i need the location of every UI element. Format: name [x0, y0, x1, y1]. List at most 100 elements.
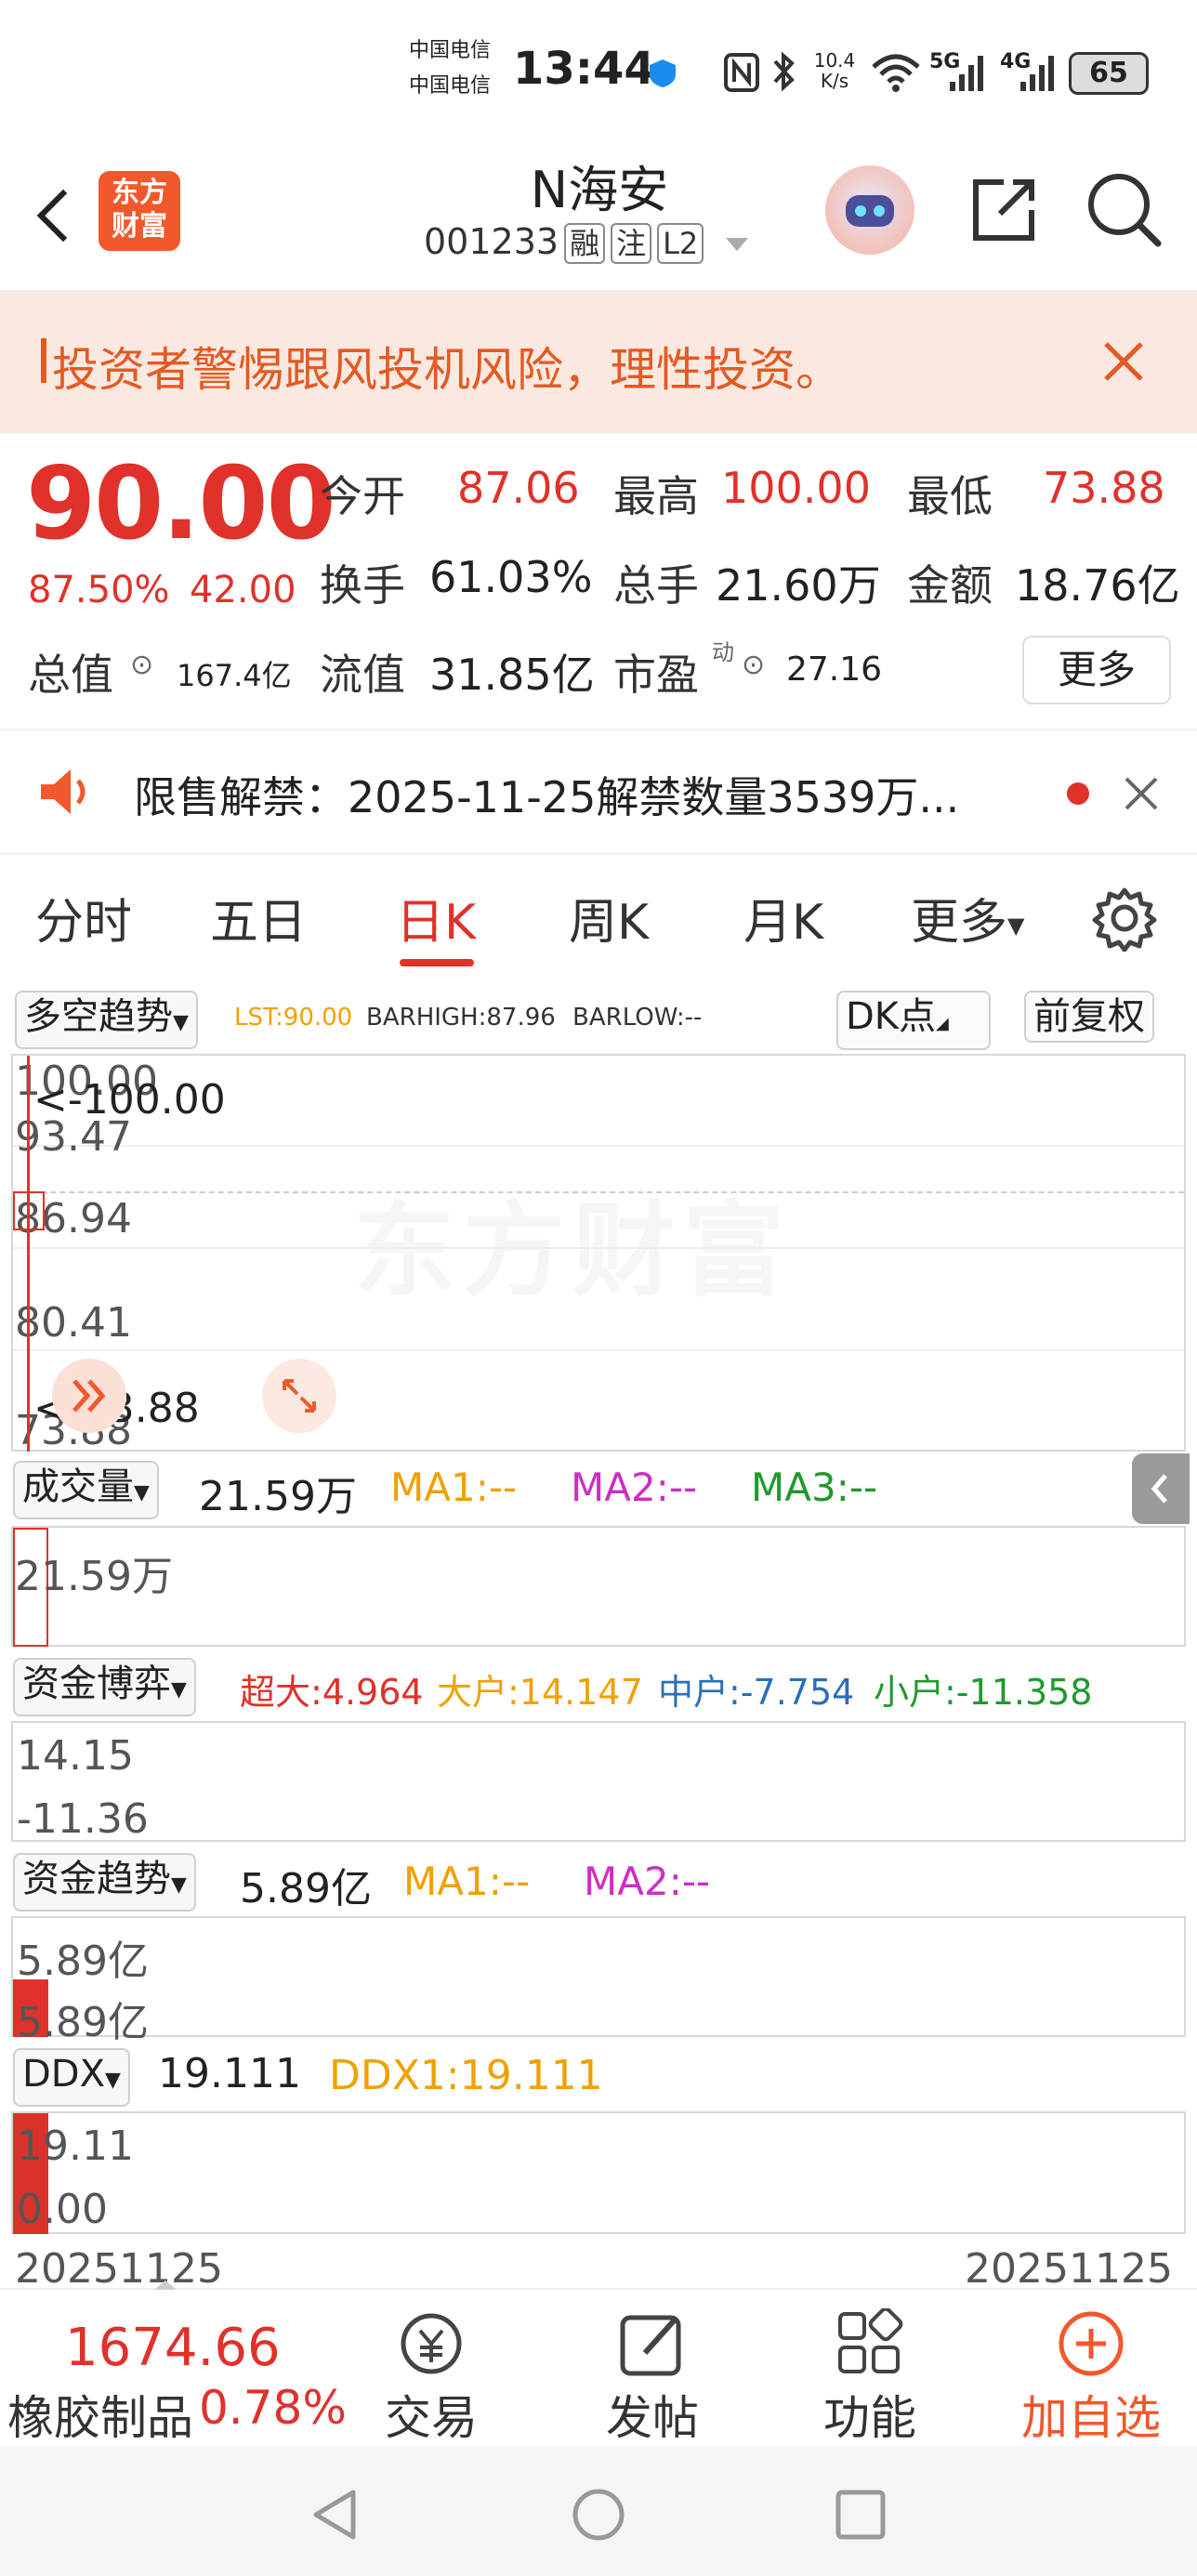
float-value: 31.85亿: [429, 650, 595, 700]
ddx-selector[interactable]: DDX▼: [13, 2048, 130, 2107]
high-value: 100.00: [721, 463, 871, 513]
nav-recents-icon[interactable]: [835, 2489, 887, 2541]
volume-value: 21.59万: [199, 1473, 357, 1520]
pe-value: 27.16: [786, 651, 883, 689]
date-right: 20251125: [965, 2245, 1173, 2293]
risk-warning-banner[interactable]: 投资者警惕跟风投机风险，理性投资。: [0, 290, 1197, 433]
logo-line-1: 东方: [112, 177, 167, 209]
volume-chart[interactable]: 21.59万: [11, 1526, 1186, 1647]
main-indicator-bar: 多空趋势▼ LST:90.00 BARHIGH:87.96 BARLOW:-- …: [0, 983, 1197, 1054]
expand-left-button[interactable]: [52, 1359, 126, 1433]
pe-label: 市盈: [613, 650, 699, 700]
fund-game-y-bottom: -11.36: [17, 1795, 149, 1843]
tab-intraday[interactable]: 分时: [35, 883, 132, 953]
volume-y-label: 21.59万: [15, 1553, 173, 1600]
bluetooth-icon: [773, 51, 795, 92]
open-value: 87.06: [457, 463, 580, 513]
change-amount: 42.00: [190, 569, 296, 611]
notice-text: 限售解禁：2025-11-25解禁数量3539万...: [134, 772, 960, 822]
turnover-label: 换手: [320, 560, 405, 611]
app-logo: 东方 财富: [99, 171, 180, 251]
back-icon[interactable]: [36, 189, 90, 243]
net-speed-value: 10.4: [813, 49, 856, 72]
features-grid-icon[interactable]: [835, 2308, 905, 2379]
ddx-indicator-bar: DDX▼ 19.111 DDX1:19.111: [0, 2041, 1197, 2111]
fund-game-chart[interactable]: 14.15 -11.36: [11, 1721, 1186, 1843]
carrier-1: 中国电信: [409, 39, 492, 62]
turnover-value: 61.03%: [429, 552, 593, 602]
info-icon[interactable]: ⊙: [130, 649, 153, 681]
sector-name[interactable]: 橡胶制品: [7, 2381, 193, 2448]
volume-selector[interactable]: 成交量▼: [13, 1461, 159, 1519]
open-label: 今开: [320, 471, 405, 521]
fund-trend-chart[interactable]: 5.89亿 5.89亿: [11, 1916, 1186, 2046]
volume-ma3: MA3:--: [751, 1465, 878, 1510]
tag-watch: 注: [611, 223, 652, 264]
date-left: 20251125: [15, 2245, 223, 2293]
more-button[interactable]: 更多: [1022, 636, 1171, 704]
nav-back-icon[interactable]: [310, 2487, 361, 2543]
fund-big: 大户:14.147: [437, 1672, 643, 1713]
fullscreen-button[interactable]: [262, 1359, 336, 1433]
sector-index-value[interactable]: 1674.66: [65, 2318, 281, 2378]
high-marker: <-100.00: [33, 1076, 226, 1124]
add-watch-icon[interactable]: [1054, 2307, 1128, 2381]
tab-daily-k[interactable]: 日K: [396, 883, 476, 953]
tab-monthly-k[interactable]: 月K: [743, 883, 823, 953]
trade-label[interactable]: 交易: [375, 2381, 487, 2448]
tab-five-day[interactable]: 五日: [210, 883, 307, 953]
features-label[interactable]: 功能: [814, 2381, 926, 2448]
double-chevron-right-icon: [72, 1379, 106, 1413]
battery-indicator: 65: [1069, 52, 1149, 95]
speaker-icon: [41, 769, 86, 814]
status-bar: 中国电信 中国电信 13:44 10.4 K/s 5G 4G 65: [0, 0, 1197, 139]
pe-info-icon[interactable]: ⊙: [742, 649, 765, 681]
fund-trend-y-top: 5.89亿: [17, 1938, 149, 1985]
kline-chart[interactable]: 东方财富 100.00 93.47 86.94 80.41 73.88 <-10…: [11, 1054, 1186, 1454]
adjust-selector[interactable]: 前复权: [1024, 991, 1154, 1043]
sector-change: 0.78%: [199, 2381, 347, 2435]
mktcap-value: 167.4亿: [177, 658, 292, 693]
nav-home-icon[interactable]: [571, 2487, 626, 2543]
active-tab-indicator: [400, 959, 474, 966]
system-nav-bar: [0, 2446, 1197, 2576]
volume-indicator-bar: 成交量▼ 21.59万 MA1:-- MA2:-- MA3:--: [0, 1452, 1197, 1526]
post-label[interactable]: 发帖: [597, 2381, 708, 2448]
amount-value: 18.76亿: [1015, 560, 1180, 611]
search-icon[interactable]: [1085, 171, 1164, 249]
share-icon[interactable]: [967, 173, 1041, 247]
dk-point-toggle[interactable]: DK点◢: [836, 991, 991, 1050]
post-icon[interactable]: [617, 2308, 688, 2379]
fund-game-selector[interactable]: 资金博弈▼: [13, 1658, 196, 1716]
price-line: [13, 1191, 1184, 1193]
barlow-value: BARLOW:--: [572, 1004, 703, 1032]
side-panel-toggle[interactable]: [1132, 1453, 1190, 1524]
fund-trend-value: 5.89亿: [240, 1865, 372, 1912]
ai-assistant-icon[interactable]: [825, 165, 914, 255]
candle-wick: [27, 1056, 30, 1452]
candle-body: [13, 1191, 45, 1230]
trade-icon[interactable]: [394, 2308, 468, 2379]
unlock-notice[interactable]: 限售解禁：2025-11-25解禁数量3539万...: [0, 730, 1197, 853]
notice-close-icon[interactable]: [1123, 775, 1160, 812]
shield-icon: [650, 59, 676, 87]
gridline: [13, 1145, 1184, 1147]
carrier-2: 中国电信: [409, 74, 492, 98]
caret-down-icon: ▼: [171, 1873, 187, 1897]
tab-weekly-k[interactable]: 周K: [569, 883, 649, 953]
stock-code-line[interactable]: 001233 融注 L2: [424, 221, 749, 264]
ddx-value: 19.111: [158, 2050, 301, 2097]
float-label: 流值: [320, 650, 405, 700]
fund-trend-selector[interactable]: 资金趋势▼: [13, 1853, 196, 1912]
fullscreen-icon: [283, 1379, 316, 1413]
chevron-left-icon: [1151, 1474, 1167, 1504]
signal-icon-2: [1020, 56, 1054, 91]
tab-more[interactable]: 更多▼: [911, 883, 1024, 953]
ddx-chart[interactable]: 19.11 0.00: [11, 2111, 1186, 2234]
add-watch-label[interactable]: 加自选: [1009, 2381, 1173, 2448]
caret-down-icon: ▼: [171, 1678, 187, 1702]
close-icon[interactable]: [1102, 340, 1145, 383]
settings-gear-icon[interactable]: [1091, 885, 1158, 952]
main-indicator-selector[interactable]: 多空趋势▼: [15, 991, 198, 1049]
bottom-toolbar: 1674.66 橡胶制品 0.78% 交易 发帖 功能 加自选: [0, 2280, 1197, 2448]
